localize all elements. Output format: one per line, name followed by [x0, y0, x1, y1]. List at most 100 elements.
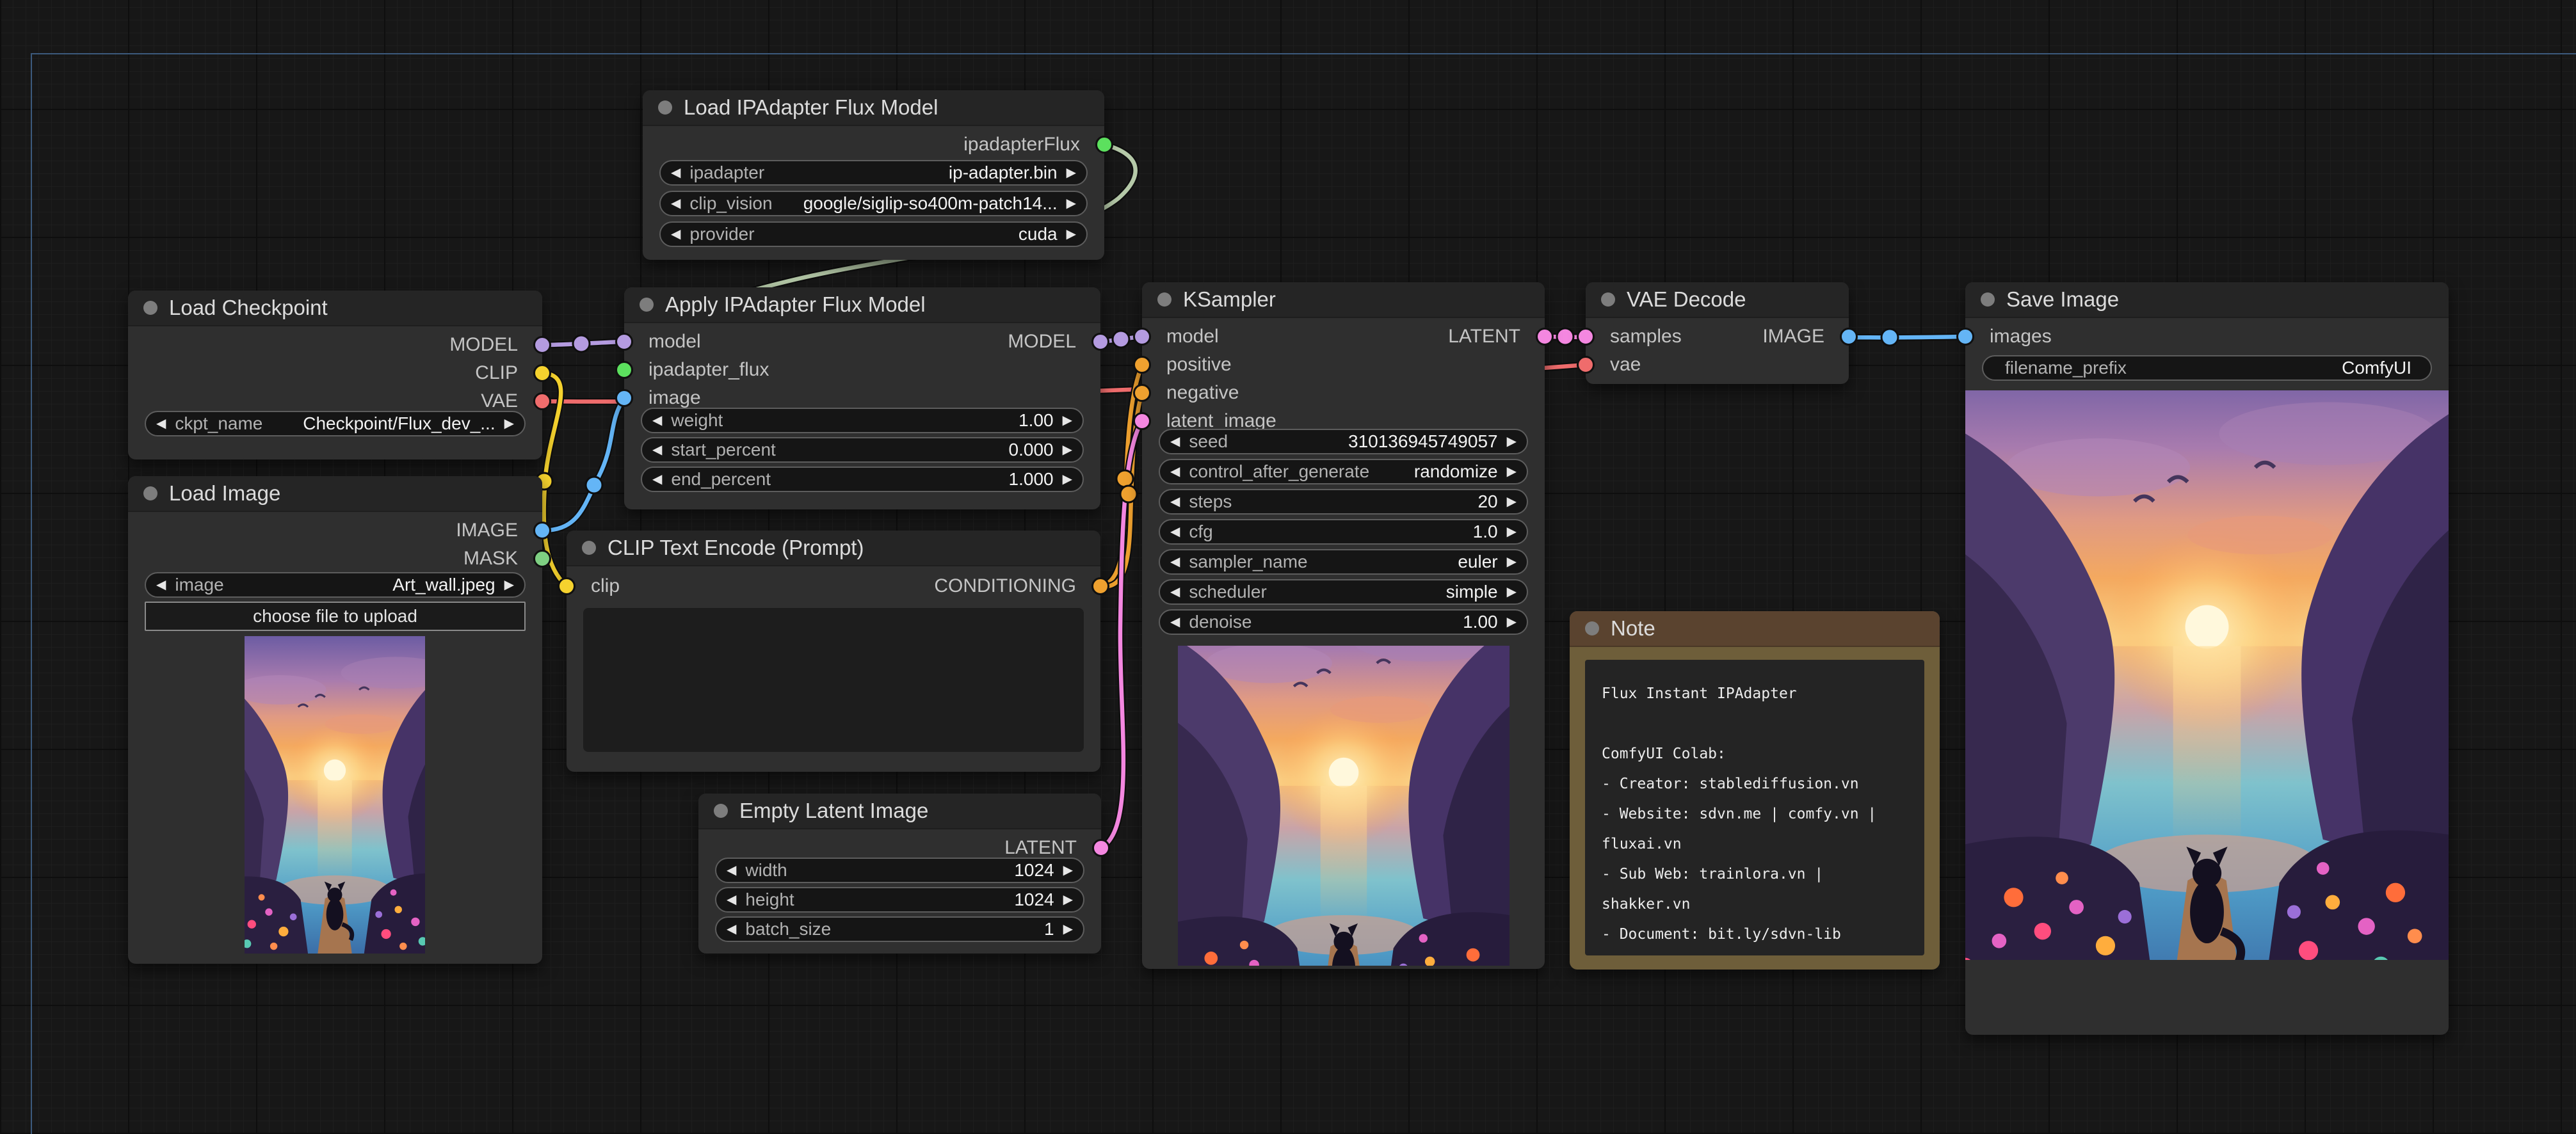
- node-vae-decode[interactable]: VAE Decode samples IMAGE vae: [1586, 282, 1849, 384]
- output-port-image[interactable]: [1840, 328, 1858, 346]
- node-header[interactable]: Save Image: [1965, 282, 2449, 318]
- output-port-clip[interactable]: [533, 364, 551, 382]
- node-header[interactable]: Load Image: [128, 476, 542, 512]
- widget-right-arrow-icon[interactable]: ▶: [1063, 443, 1072, 456]
- node-empty-latent-image[interactable]: Empty Latent Image LATENT ◀ width 1024 ▶…: [698, 794, 1101, 954]
- node-header[interactable]: Empty Latent Image: [698, 794, 1101, 829]
- note-textarea[interactable]: Flux Instant IPAdapter ComfyUI Colab: - …: [1585, 660, 1924, 955]
- widget-right-arrow-icon[interactable]: ▶: [504, 579, 514, 591]
- widget-right-arrow-icon[interactable]: ▶: [1063, 473, 1072, 486]
- node-header[interactable]: VAE Decode: [1586, 282, 1849, 318]
- widget-width[interactable]: ◀ width 1024 ▶: [715, 858, 1084, 883]
- node-clip-text-encode[interactable]: CLIP Text Encode (Prompt) clip CONDITION…: [567, 531, 1100, 772]
- widget-ipadapter[interactable]: ◀ ipadapter ip-adapter.bin ▶: [659, 160, 1088, 186]
- widget-right-arrow-icon[interactable]: ▶: [1507, 495, 1517, 508]
- node-header[interactable]: CLIP Text Encode (Prompt): [567, 531, 1100, 566]
- collapse-dot-icon[interactable]: [1981, 292, 1995, 307]
- widget-left-arrow-icon[interactable]: ◀: [1170, 465, 1180, 478]
- widget-right-arrow-icon[interactable]: ▶: [1063, 414, 1072, 427]
- widget-left-arrow-icon[interactable]: ◀: [727, 893, 736, 906]
- input-port-model[interactable]: [615, 333, 633, 351]
- widget-right-arrow-icon[interactable]: ▶: [1507, 525, 1517, 538]
- node-load-image[interactable]: Load Image IMAGE MASK ◀ image Art_wall.j…: [128, 476, 542, 964]
- widget-scheduler[interactable]: ◀ scheduler simple ▶: [1159, 579, 1528, 605]
- widget-left-arrow-icon[interactable]: ◀: [652, 443, 662, 456]
- input-port-model[interactable]: [1133, 328, 1151, 346]
- widget-filename-prefix[interactable]: filename_prefix ComfyUI: [1982, 355, 2432, 381]
- widget-end-percent[interactable]: ◀ end_percent 1.000 ▶: [641, 467, 1084, 492]
- widget-left-arrow-icon[interactable]: ◀: [156, 417, 166, 430]
- node-save-image[interactable]: Save Image images filename_prefix ComfyU…: [1965, 282, 2449, 1035]
- widget-seed[interactable]: ◀ seed 310136945749057 ▶: [1159, 429, 1528, 454]
- widget-left-arrow-icon[interactable]: ◀: [671, 197, 680, 210]
- widget-clip-vision[interactable]: ◀ clip_vision google/siglip-so400m-patch…: [659, 191, 1088, 216]
- widget-right-arrow-icon[interactable]: ▶: [1507, 465, 1517, 478]
- widget-steps[interactable]: ◀ steps 20 ▶: [1159, 489, 1528, 515]
- widget-left-arrow-icon[interactable]: ◀: [671, 166, 680, 179]
- node-ksampler[interactable]: KSampler model LATENT positive negative …: [1142, 282, 1545, 969]
- input-port-positive[interactable]: [1133, 356, 1151, 374]
- widget-height[interactable]: ◀ height 1024 ▶: [715, 887, 1084, 913]
- widget-right-arrow-icon[interactable]: ▶: [1507, 555, 1517, 568]
- output-port-ipadapterFlux[interactable]: [1095, 136, 1113, 154]
- input-port-vae[interactable]: [1577, 356, 1595, 374]
- widget-provider[interactable]: ◀ provider cuda ▶: [659, 221, 1088, 247]
- widget-right-arrow-icon[interactable]: ▶: [1067, 166, 1076, 179]
- input-port-clip[interactable]: [558, 577, 576, 595]
- output-port-image[interactable]: [533, 522, 551, 539]
- input-port-ipadapter-flux[interactable]: [615, 361, 633, 379]
- collapse-dot-icon[interactable]: [582, 541, 596, 555]
- widget-right-arrow-icon[interactable]: ▶: [1507, 586, 1517, 598]
- widget-batch-size[interactable]: ◀ batch_size 1 ▶: [715, 916, 1084, 942]
- widget-start-percent[interactable]: ◀ start_percent 0.000 ▶: [641, 437, 1084, 463]
- widget-right-arrow-icon[interactable]: ▶: [1067, 228, 1076, 241]
- widget-right-arrow-icon[interactable]: ▶: [1507, 435, 1517, 448]
- node-note[interactable]: Note Flux Instant IPAdapter ComfyUI Cola…: [1570, 611, 1940, 970]
- output-port-latent[interactable]: [1092, 839, 1110, 857]
- comfyui-canvas[interactable]: { "canvas": { "background": "#171717", "…: [0, 0, 2576, 1134]
- node-header[interactable]: KSampler: [1142, 282, 1545, 318]
- widget-weight[interactable]: ◀ weight 1.00 ▶: [641, 408, 1084, 433]
- widget-left-arrow-icon[interactable]: ◀: [1170, 495, 1180, 508]
- input-port-samples[interactable]: [1577, 328, 1595, 346]
- collapse-dot-icon[interactable]: [1585, 621, 1599, 635]
- node-load-ipadapter-flux-model[interactable]: Load IPAdapter Flux Model ipadapterFlux …: [643, 90, 1104, 260]
- collapse-dot-icon[interactable]: [640, 298, 654, 312]
- widget-right-arrow-icon[interactable]: ▶: [1063, 893, 1073, 906]
- node-apply-ipadapter-flux-model[interactable]: Apply IPAdapter Flux Model model MODEL i…: [624, 287, 1100, 509]
- widget-left-arrow-icon[interactable]: ◀: [652, 473, 662, 486]
- widget-right-arrow-icon[interactable]: ▶: [1063, 864, 1073, 877]
- widget-left-arrow-icon[interactable]: ◀: [1170, 555, 1180, 568]
- choose-file-button[interactable]: choose file to upload: [145, 602, 526, 631]
- output-port-conditioning[interactable]: [1091, 577, 1109, 595]
- widget-right-arrow-icon[interactable]: ▶: [1067, 197, 1076, 210]
- input-port-negative[interactable]: [1133, 384, 1151, 402]
- prompt-textarea[interactable]: [583, 608, 1084, 752]
- widget-left-arrow-icon[interactable]: ◀: [156, 579, 166, 591]
- widget-left-arrow-icon[interactable]: ◀: [652, 414, 662, 427]
- widget-left-arrow-icon[interactable]: ◀: [727, 923, 736, 936]
- input-port-image[interactable]: [615, 389, 633, 407]
- widget-right-arrow-icon[interactable]: ▶: [504, 417, 514, 430]
- node-header[interactable]: Load Checkpoint: [128, 291, 542, 326]
- collapse-dot-icon[interactable]: [1601, 292, 1615, 307]
- widget-cfg[interactable]: ◀ cfg 1.0 ▶: [1159, 519, 1528, 545]
- widget-left-arrow-icon[interactable]: ◀: [671, 228, 680, 241]
- collapse-dot-icon[interactable]: [143, 486, 157, 500]
- node-header[interactable]: Apply IPAdapter Flux Model: [624, 287, 1100, 323]
- widget-image[interactable]: ◀ image Art_wall.jpeg ▶: [145, 572, 526, 598]
- widget-left-arrow-icon[interactable]: ◀: [727, 864, 736, 877]
- node-header[interactable]: Note: [1570, 611, 1940, 647]
- widget-left-arrow-icon[interactable]: ◀: [1170, 525, 1180, 538]
- widget-left-arrow-icon[interactable]: ◀: [1170, 586, 1180, 598]
- node-load-checkpoint[interactable]: Load Checkpoint MODEL CLIP VAE ◀ ckpt_na…: [128, 291, 542, 459]
- collapse-dot-icon[interactable]: [658, 100, 672, 115]
- widget-left-arrow-icon[interactable]: ◀: [1170, 435, 1180, 448]
- output-port-latent[interactable]: [1536, 328, 1554, 346]
- widget-ckpt-name[interactable]: ◀ ckpt_name Checkpoint/Flux_dev_... ▶: [145, 411, 526, 436]
- collapse-dot-icon[interactable]: [143, 301, 157, 315]
- widget-denoise[interactable]: ◀ denoise 1.00 ▶: [1159, 609, 1528, 635]
- input-port-latent-image[interactable]: [1133, 412, 1151, 430]
- node-header[interactable]: Load IPAdapter Flux Model: [643, 90, 1104, 126]
- collapse-dot-icon[interactable]: [1157, 292, 1171, 307]
